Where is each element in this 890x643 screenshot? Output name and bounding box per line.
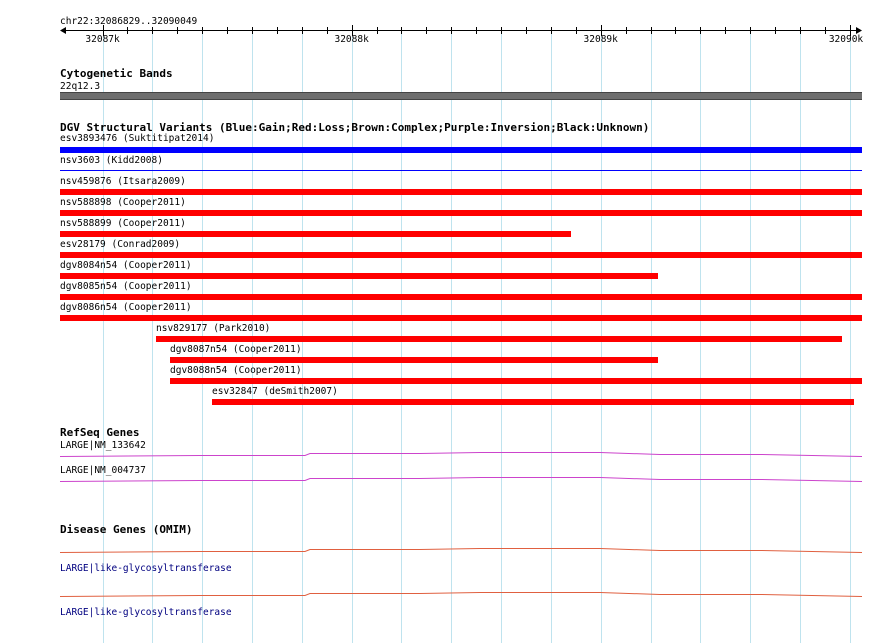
ruler-tick-label: 32089k (583, 34, 618, 45)
variant-bar[interactable] (60, 294, 862, 300)
variant-label[interactable]: dgv8086n54 (Cooper2011) (60, 302, 192, 313)
variant-bar[interactable] (60, 170, 862, 171)
omim-gene-line (59, 592, 863, 597)
refseq-track-title: RefSeq Genes (60, 426, 140, 439)
ruler-right-arrow (856, 27, 862, 34)
variant-bar[interactable] (60, 147, 862, 153)
variant-bar[interactable] (170, 378, 862, 384)
ruler-location: chr22:32086829..32090049 (60, 16, 198, 27)
variant-bar[interactable] (170, 357, 658, 363)
ruler-left-arrow (60, 27, 66, 34)
variant-bar[interactable] (156, 336, 842, 342)
variant-label[interactable]: dgv8088n54 (Cooper2011) (170, 365, 302, 376)
variant-label[interactable]: esv32847 (deSmith2007) (212, 386, 338, 397)
variant-label[interactable]: esv3893476 (Suktitipat2014) (60, 133, 214, 144)
omim-track-title: Disease Genes (OMIM) (60, 523, 193, 536)
refseq-gene-label[interactable]: LARGE|NM_133642 (60, 440, 146, 451)
refseq-gene-label[interactable]: LARGE|NM_004737 (60, 465, 146, 476)
variant-label[interactable]: dgv8084n54 (Cooper2011) (60, 260, 192, 271)
cytoband-track-title: Cytogenetic Bands (60, 67, 173, 80)
refseq-gene-line (59, 452, 863, 457)
cytoband-bar[interactable] (60, 92, 862, 100)
variant-label[interactable]: nsv459876 (Itsara2009) (60, 176, 186, 187)
omim-gene-line (59, 548, 863, 553)
variant-label[interactable]: dgv8087n54 (Cooper2011) (170, 344, 302, 355)
variant-bar[interactable] (60, 189, 862, 195)
ruler-tick-label: 32090k (828, 34, 864, 45)
variant-bar[interactable] (60, 231, 571, 237)
refseq-gene-line (59, 477, 863, 482)
cytoband-label: 22q12.3 (60, 81, 101, 92)
variant-label[interactable]: dgv8085n54 (Cooper2011) (60, 281, 192, 292)
variant-bar[interactable] (60, 315, 862, 321)
variant-label[interactable]: nsv588899 (Cooper2011) (60, 218, 186, 229)
omim-gene-label[interactable]: LARGE|like-glycosyltransferase (60, 607, 232, 618)
variant-label[interactable]: nsv829177 (Park2010) (156, 323, 270, 334)
variant-label[interactable]: esv28179 (Conrad2009) (60, 239, 180, 250)
variant-bar[interactable] (212, 399, 854, 405)
variant-bar[interactable] (60, 273, 658, 279)
variant-label[interactable]: nsv3603 (Kidd2008) (60, 155, 163, 166)
variant-label[interactable]: nsv588898 (Cooper2011) (60, 197, 186, 208)
variant-bar[interactable] (60, 210, 862, 216)
ruler-tick-label: 32087k (85, 34, 120, 45)
variant-bar[interactable] (60, 252, 862, 258)
omim-gene-label[interactable]: LARGE|like-glycosyltransferase (60, 563, 232, 574)
ruler-tick-label: 32088k (334, 34, 369, 45)
